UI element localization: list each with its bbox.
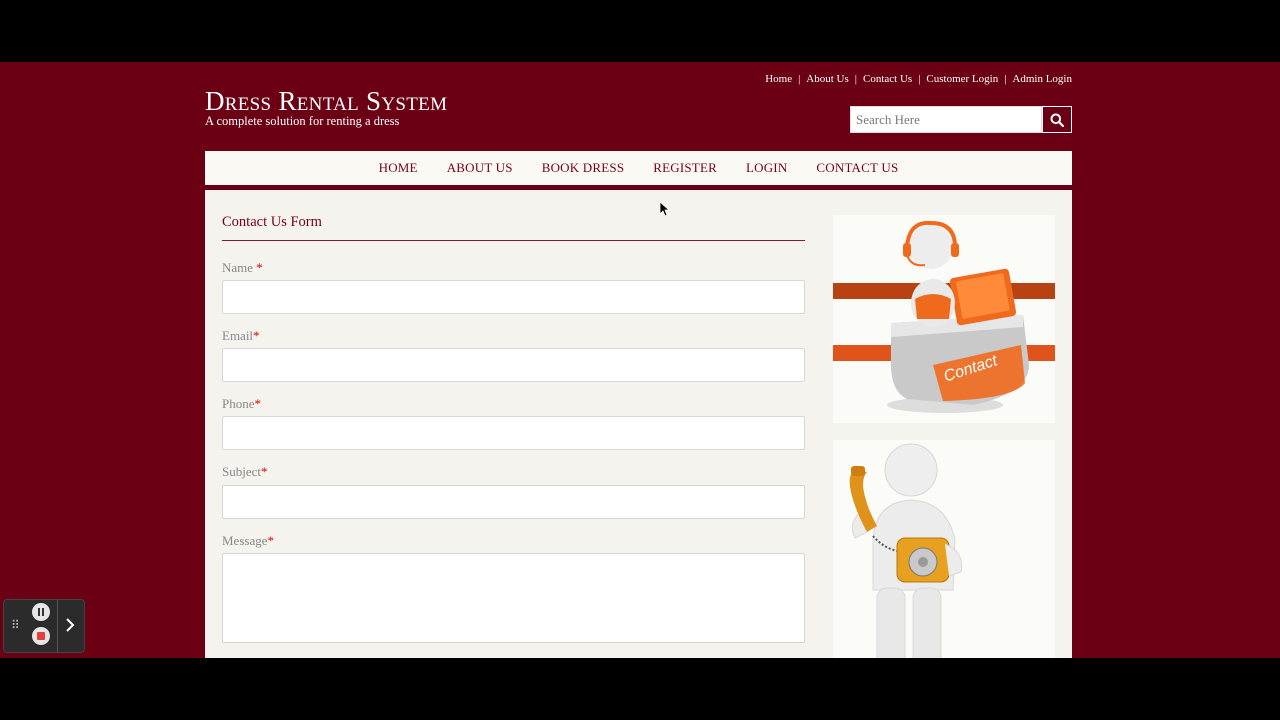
search-bar [850, 106, 1072, 133]
required-mark: * [256, 260, 263, 275]
message-label: Message* [222, 533, 274, 549]
subject-label: Subject* [222, 464, 268, 480]
name-label: Name * [222, 260, 263, 276]
phone-person-image [833, 440, 1055, 658]
subject-field[interactable] [222, 485, 805, 519]
divider [57, 600, 58, 652]
required-mark: * [254, 396, 262, 411]
nav-contact-us[interactable]: CONTACT US [816, 160, 898, 176]
nav-about-us[interactable]: ABOUT US [447, 160, 513, 176]
recording-controls: ⠿ [3, 599, 85, 653]
top-link-about-us[interactable]: About Us [806, 73, 848, 85]
person-with-telephone-illustration [849, 443, 963, 658]
pause-icon[interactable] [32, 603, 50, 621]
chevron-right-icon[interactable] [64, 617, 76, 638]
message-textarea[interactable] [222, 553, 805, 643]
contact-desk-image: Contact [833, 215, 1055, 423]
separator: | [1004, 73, 1007, 85]
phone-field[interactable] [222, 416, 805, 450]
top-link-contact-us[interactable]: Contact Us [863, 73, 912, 85]
contact-desk-illustration: Contact [833, 220, 1055, 413]
email-label: Email* [222, 328, 260, 344]
required-mark: * [261, 464, 268, 479]
top-link-customer-login[interactable]: Customer Login [926, 73, 998, 85]
name-field[interactable] [222, 280, 805, 314]
message-label-text: Message [222, 533, 268, 548]
nav-register[interactable]: REGISTER [653, 160, 717, 176]
search-button[interactable] [1042, 106, 1072, 133]
phone-label-text: Phone [222, 396, 255, 411]
subject-label-text: Subject [222, 464, 261, 479]
separator: | [854, 73, 857, 85]
form-divider [222, 240, 805, 241]
nav-home[interactable]: HOME [379, 160, 418, 176]
email-label-text: Email [222, 328, 254, 343]
form-title: Contact Us Form [222, 214, 322, 230]
search-input[interactable] [850, 106, 1042, 133]
top-links: Home | About Us | Contact Us | Customer … [765, 73, 1072, 85]
stop-icon[interactable] [32, 627, 50, 645]
name-label-text: Name [222, 260, 257, 275]
site-brand[interactable]: Dress Rental System A complete solution … [205, 86, 447, 128]
separator: | [798, 73, 801, 85]
mouse-cursor-icon [660, 202, 670, 217]
required-mark: * [253, 328, 260, 343]
site-subtitle: A complete solution for renting a dress [205, 114, 400, 128]
nav-book-dress[interactable]: BOOK DRESS [542, 160, 625, 176]
main-nav: HOME ABOUT US BOOK DRESS REGISTER LOGIN … [205, 151, 1072, 185]
content-panel: Contact Us Form Name * Email* Phone* Sub… [205, 190, 1072, 658]
required-mark: * [267, 533, 275, 548]
phone-label: Phone* [222, 396, 261, 412]
separator: | [918, 73, 921, 85]
top-link-admin-login[interactable]: Admin Login [1012, 73, 1072, 85]
site-title: Dress Rental System [205, 86, 448, 116]
drag-handle-icon[interactable]: ⠿ [11, 619, 20, 631]
nav-login[interactable]: LOGIN [746, 160, 787, 176]
page: Dress Rental System A complete solution … [0, 62, 1280, 658]
email-field[interactable] [222, 348, 805, 382]
top-link-home[interactable]: Home [765, 73, 792, 85]
search-icon [1050, 113, 1064, 127]
